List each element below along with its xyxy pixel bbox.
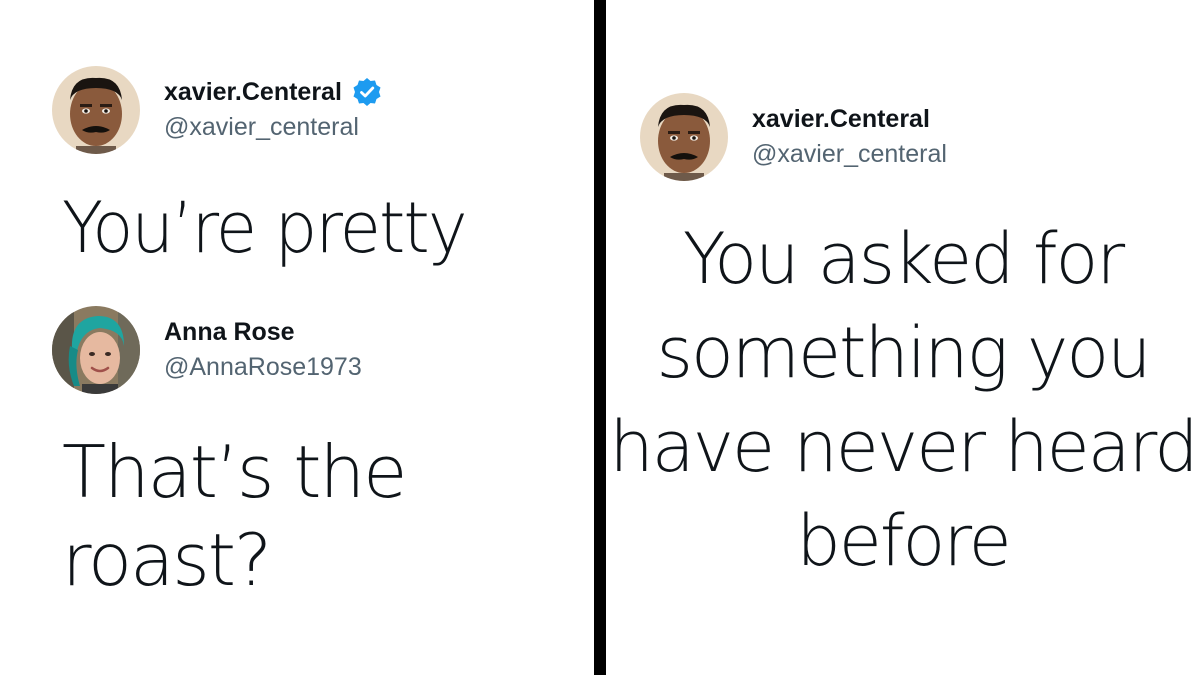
user-names: Anna Rose @AnnaRose1973 — [164, 317, 362, 383]
avatar[interactable] — [52, 306, 140, 394]
man-with-mustache-avatar-icon — [640, 93, 728, 181]
user-names: xavier.Centeral @xavier_centeral — [164, 77, 382, 143]
user-handle[interactable]: @xavier_centeral — [752, 138, 947, 170]
tweet-1-text: You’re pretty — [62, 187, 468, 269]
tweet-3-text: You asked for something you have never h… — [609, 218, 1198, 582]
avatar[interactable] — [52, 66, 140, 154]
man-with-mustache-avatar-icon — [52, 66, 140, 154]
tweet-2-header: Anna Rose @AnnaRose1973 — [52, 306, 362, 394]
user-handle[interactable]: @AnnaRose1973 — [164, 351, 362, 383]
tweet-1-header: xavier.Centeral @xavier_centeral — [52, 66, 382, 154]
woman-with-blue-hair-avatar-icon — [52, 306, 140, 394]
name-row: xavier.Centeral — [164, 77, 382, 107]
tweet-2-text: That’s the roast? — [62, 430, 407, 602]
right-panel: xavier.Centeral @xavier_centeral You ask… — [606, 0, 1200, 675]
user-names: xavier.Centeral @xavier_centeral — [752, 104, 947, 170]
avatar[interactable] — [640, 93, 728, 181]
user-handle[interactable]: @xavier_centeral — [164, 111, 382, 143]
panel-divider — [594, 0, 606, 675]
verified-badge-icon — [352, 77, 382, 107]
display-name[interactable]: Anna Rose — [164, 317, 295, 347]
display-name[interactable]: xavier.Centeral — [164, 77, 342, 107]
tweet-3-header: xavier.Centeral @xavier_centeral — [640, 93, 947, 181]
name-row: Anna Rose — [164, 317, 362, 347]
name-row: xavier.Centeral — [752, 104, 947, 134]
display-name[interactable]: xavier.Centeral — [752, 104, 930, 134]
left-panel: xavier.Centeral @xavier_centeral You’re … — [0, 0, 594, 675]
